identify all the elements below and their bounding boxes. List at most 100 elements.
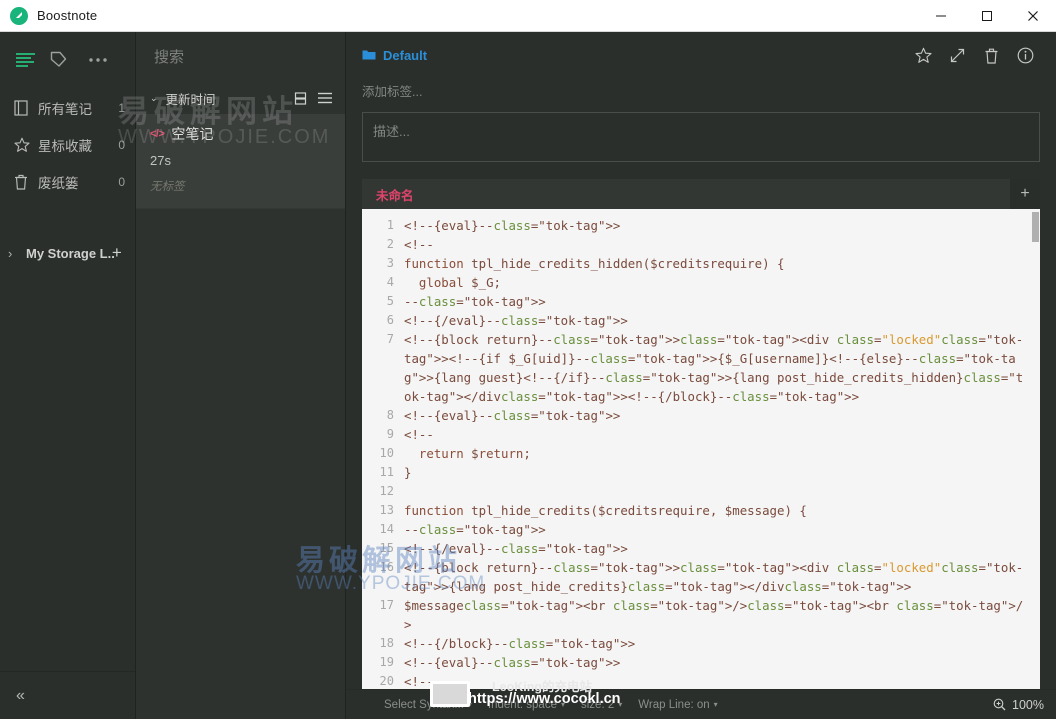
chevron-down-icon[interactable]: ⌄ [150, 93, 158, 104]
line-number-gutter: 12345678910111213141516171819202122 [362, 209, 394, 689]
sidebar-item-trash[interactable]: 废纸篓 0 [0, 163, 135, 200]
description-wrap [346, 104, 1056, 167]
status-bar: Select Syntax... ▾ Indent: space ▾ size:… [346, 689, 1056, 719]
snippet-header: 未命名 + [362, 179, 1040, 209]
code-line: <!--{eval}--class="tok-tag">> [404, 408, 621, 423]
trash-icon[interactable] [974, 38, 1008, 72]
note-tags: 无标签 [150, 181, 185, 193]
line-number: 14 [379, 522, 394, 536]
code-line: <!--{block return}--class="tok-tag">>cla… [404, 332, 1024, 404]
hamburger-icon[interactable] [12, 52, 40, 67]
note-list-sortbar: ⌄ 更新时间 [136, 82, 345, 114]
boostnote-window: Boostnote 所有笔记 1 星标收藏 0 废纸篓 0 › My Stora… [0, 0, 1056, 719]
line-number: 19 [379, 655, 394, 669]
zoom-control[interactable]: 100% [993, 698, 1044, 712]
sidebar-item-label: 星标收藏 [38, 138, 92, 154]
size-label: size: 2 [581, 698, 615, 711]
collapse-sidebar-button[interactable]: « [16, 687, 25, 705]
line-number: 13 [379, 503, 394, 517]
code-note-icon: </> [150, 128, 165, 140]
search-input[interactable] [154, 48, 353, 66]
boostnote-logo-icon [10, 6, 28, 25]
sidebar-item-count: 1 [118, 100, 125, 115]
app-title: Boostnote [37, 8, 98, 23]
code-line: } [404, 465, 412, 480]
folder-icon [362, 49, 376, 61]
detail-header: Default [346, 32, 1056, 78]
note-list: </> 空笔记 27s 无标签 [136, 114, 345, 719]
trash-icon [14, 174, 38, 190]
note-list-panel: ⌄ 更新时间 [136, 32, 371, 719]
folder-breadcrumb[interactable]: Default [362, 48, 427, 63]
compact-view-icon[interactable] [294, 91, 307, 105]
list-view-icon[interactable] [317, 92, 333, 104]
chevron-down-icon: ▾ [560, 700, 565, 709]
chevron-down-icon: ▾ [618, 700, 623, 709]
code-line: return $return; [418, 446, 531, 461]
code-line: <!--{/eval}--class="tok-tag">> [404, 541, 628, 556]
line-number: 7 [386, 332, 394, 346]
scrollbar-thumb[interactable] [1032, 212, 1039, 242]
chevron-down-icon: ▾ [713, 700, 718, 709]
add-folder-button[interactable]: + [112, 243, 122, 263]
info-icon[interactable] [1008, 38, 1042, 72]
sidebar-item-label: 废纸篓 [38, 175, 79, 191]
code-content[interactable]: <!--{eval}--class="tok-tag">> <!-- functio… [394, 209, 1040, 689]
maximize-button[interactable] [964, 0, 1010, 32]
star-icon[interactable] [906, 38, 940, 72]
sidebar-item-starred[interactable]: 星标收藏 0 [0, 126, 135, 163]
select-syntax-dropdown[interactable]: Select Syntax... ▾ [384, 699, 472, 711]
tag-icon[interactable] [40, 50, 76, 69]
indent-dropdown[interactable]: Indent: space ▾ [488, 699, 565, 711]
indent-label: Indent: space [487, 698, 557, 711]
wrap-line-label: Wrap Line: on [638, 698, 710, 711]
tags-input[interactable] [362, 85, 1040, 99]
code-line: --class="tok-tag">> [404, 522, 546, 537]
sidebar-item-count: 0 [118, 174, 125, 189]
line-number: 17 [379, 598, 394, 612]
snippet-title[interactable]: 未命名 [376, 185, 414, 204]
add-snippet-button[interactable]: + [1010, 179, 1040, 209]
folder-name: Default [383, 47, 428, 63]
wrap-line-dropdown[interactable]: Wrap Line: on ▾ [638, 699, 717, 711]
minimize-button[interactable] [918, 0, 964, 32]
line-number: 2 [386, 237, 394, 251]
description-input[interactable] [362, 112, 1040, 162]
line-number: 18 [379, 636, 394, 650]
line-number: 12 [379, 484, 394, 498]
list-item[interactable]: </> 空笔记 27s 无标签 [136, 114, 345, 209]
size-dropdown[interactable]: size: 2 ▾ [581, 699, 622, 711]
line-number: 11 [379, 465, 394, 479]
chevron-down-icon: ▾ [467, 700, 472, 709]
line-number: 5 [386, 294, 394, 308]
line-number: 16 [379, 560, 394, 574]
code-editor[interactable]: 12345678910111213141516171819202122 <!--… [362, 209, 1040, 689]
chevron-right-icon[interactable]: › [8, 246, 26, 261]
close-button[interactable] [1010, 0, 1056, 32]
code-line: <!--{eval}--class="tok-tag">> [404, 655, 621, 670]
code-line: --class="tok-tag">> [404, 294, 546, 309]
sort-mode-label[interactable]: 更新时间 [166, 89, 216, 108]
search-row [136, 32, 371, 82]
more-options-icon[interactable] [80, 57, 116, 63]
line-number: 10 [379, 446, 394, 460]
editor-scrollbar[interactable] [1031, 209, 1040, 689]
sidebar-footer: « [0, 671, 135, 719]
sidebar-item-label: 所有笔记 [38, 101, 92, 117]
line-number: 3 [386, 256, 394, 270]
expand-icon[interactable] [940, 38, 974, 72]
code-line: <!--{block return}--class="tok-tag">>cla… [404, 560, 1024, 594]
note-detail-panel: Default 添加标签... 描述... 未命名 + 1 2 3 4 5 6 … [346, 32, 1056, 719]
snippet-card: 未命名 + 1234567891011121314151617181920212… [362, 179, 1040, 689]
sidebar-item-count: 0 [118, 137, 125, 152]
line-number: 20 [379, 674, 394, 688]
book-icon [14, 99, 38, 116]
sidebar-storage-row[interactable]: › My Storage L.. + [0, 238, 135, 268]
sidebar-toolbar [0, 32, 135, 87]
code-line: function tpl_hide_credits($creditsrequir… [404, 503, 807, 518]
code-line: <!-- [404, 427, 434, 442]
code-line: <!--{/block}--class="tok-tag">> [404, 636, 636, 651]
zoom-in-icon [993, 698, 1006, 711]
sidebar-item-all-notes[interactable]: 所有笔记 1 [0, 89, 135, 126]
